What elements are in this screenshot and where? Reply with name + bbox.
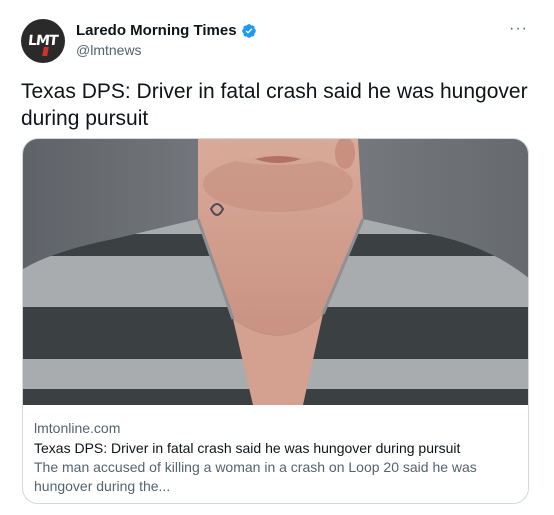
link-card[interactable]: lmtonline.com Texas DPS: Driver in fatal… xyxy=(22,138,529,504)
card-domain: lmtonline.com xyxy=(34,420,121,436)
verified-badge-icon xyxy=(241,23,257,39)
author-block: Laredo Morning Times @lmtnews xyxy=(76,22,257,58)
tweet-text: Texas DPS: Driver in fatal crash said he… xyxy=(21,80,528,130)
author-name-row: Laredo Morning Times xyxy=(76,22,257,39)
author-handle[interactable]: @lmtnews xyxy=(76,42,257,58)
avatar-logo-accent xyxy=(42,47,49,56)
card-description: The man accused of killing a woman in a … xyxy=(34,459,477,494)
avatar[interactable]: LMT xyxy=(21,19,65,63)
card-title: Texas DPS: Driver in fatal crash said he… xyxy=(34,440,461,456)
author-name[interactable]: Laredo Morning Times xyxy=(76,22,237,39)
card-image xyxy=(23,139,528,405)
card-meta: lmtonline.com Texas DPS: Driver in fatal… xyxy=(34,419,524,496)
tweet: LMT Laredo Morning Times @lmtnews ··· Te… xyxy=(0,0,554,515)
more-options-icon[interactable]: ··· xyxy=(509,20,528,38)
